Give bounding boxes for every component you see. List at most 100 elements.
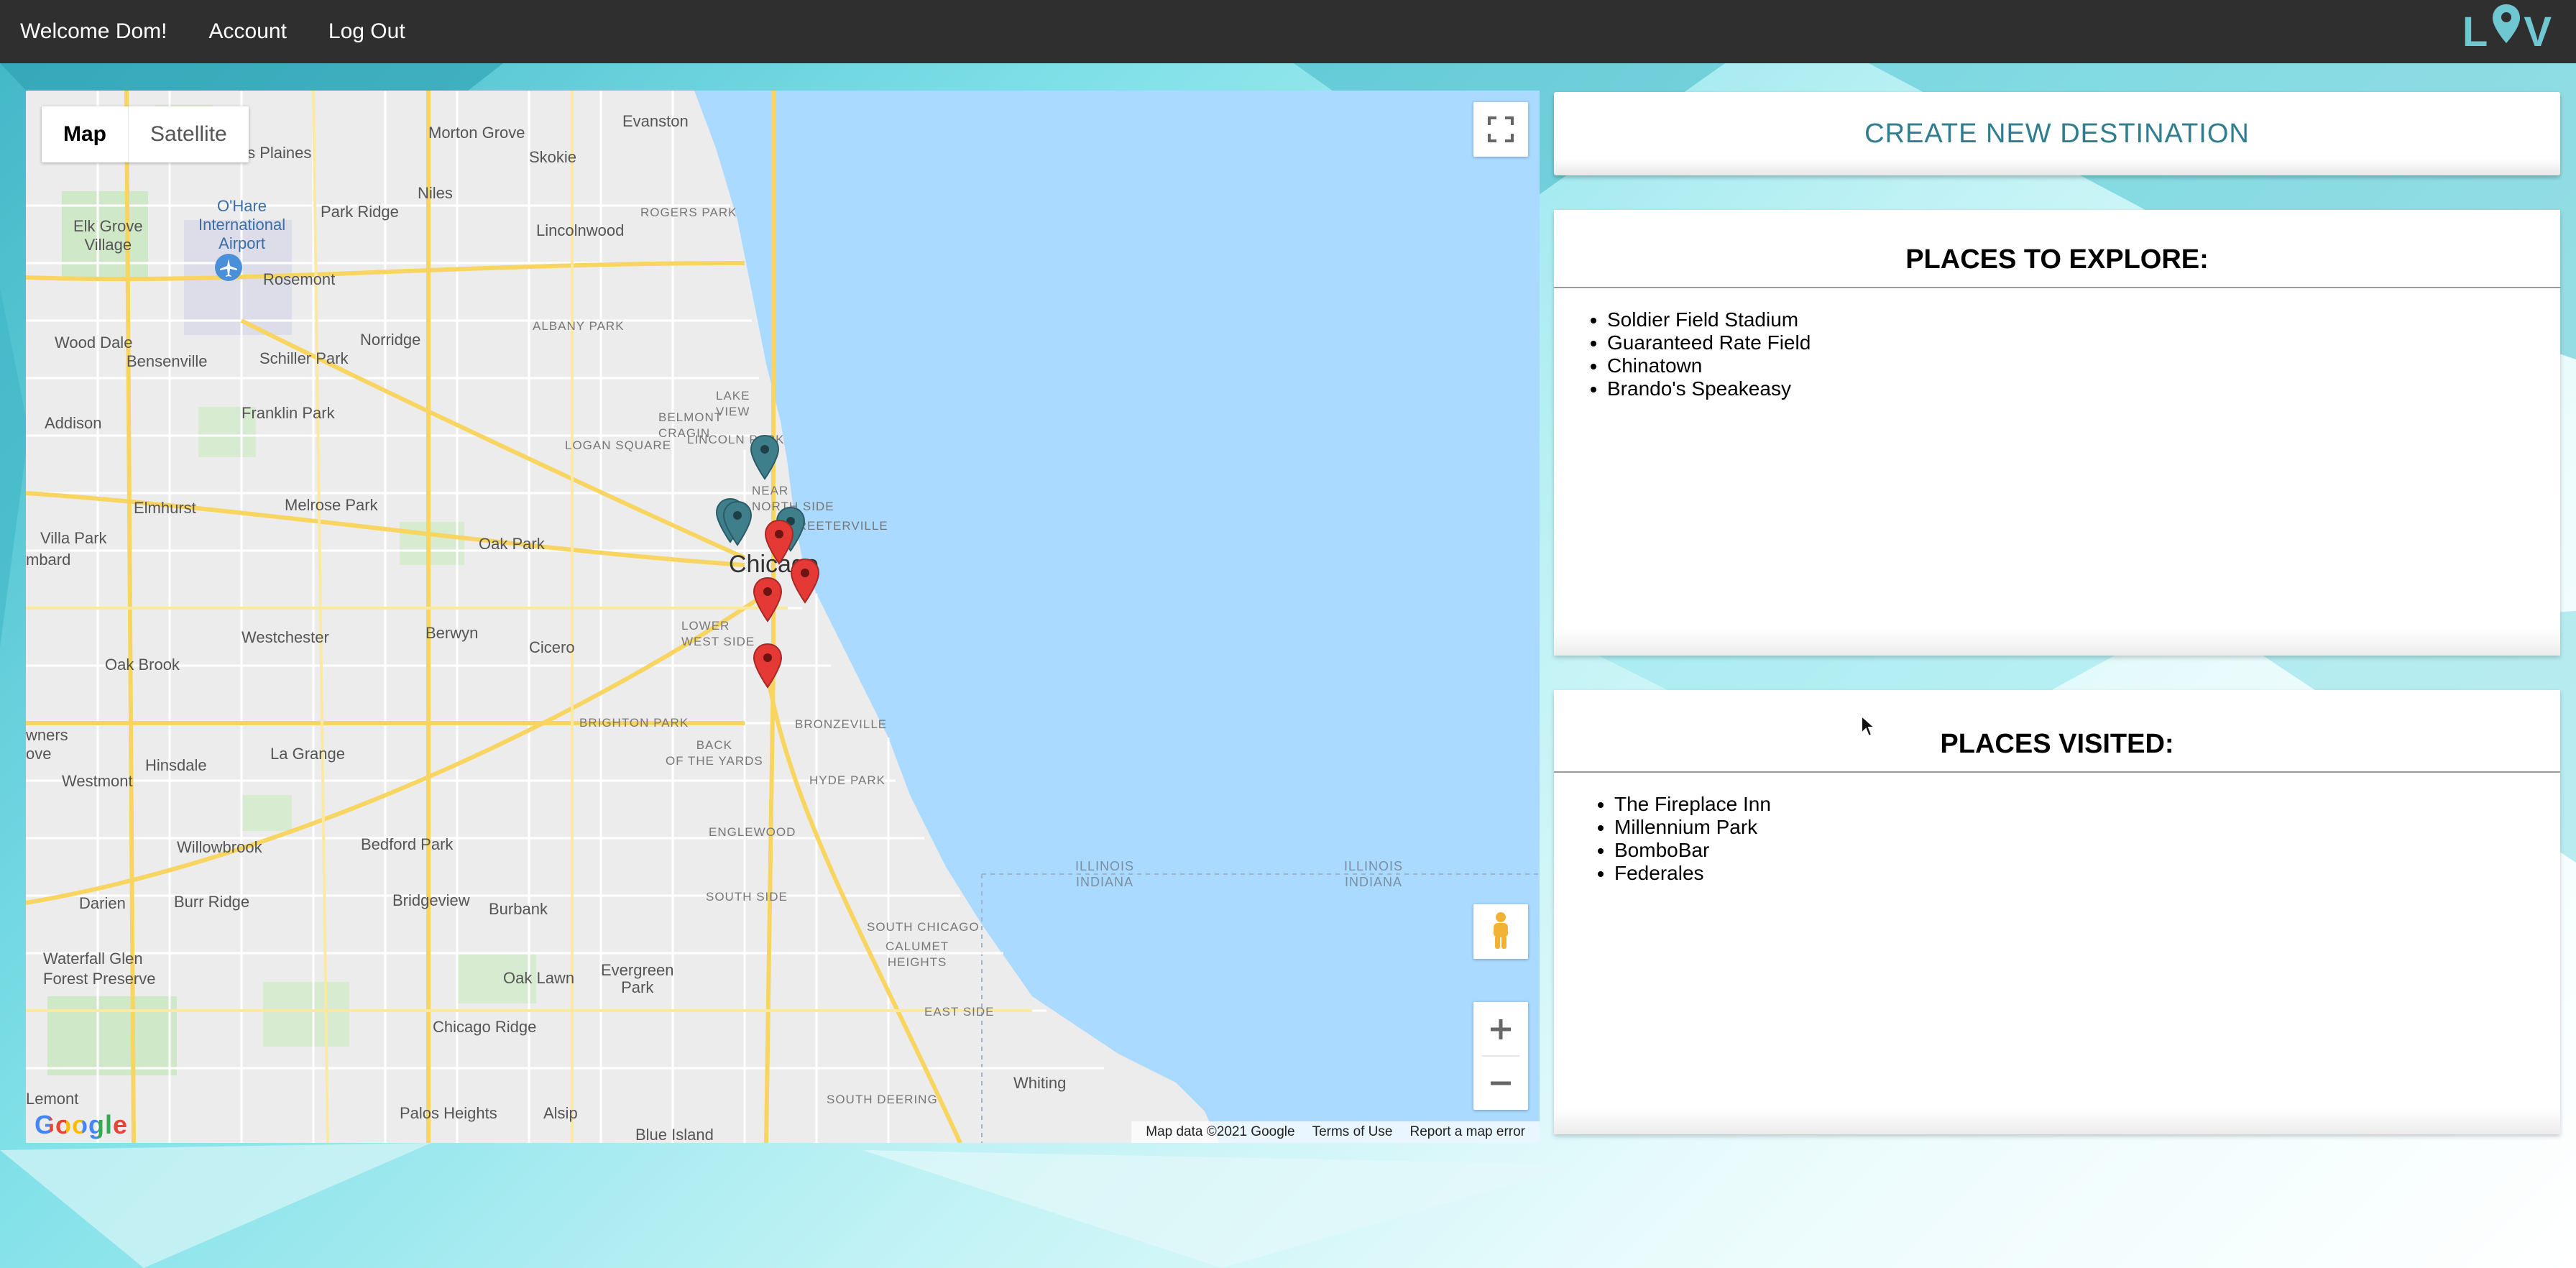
minus-icon bbox=[1491, 1081, 1511, 1085]
explore-list: Soldier Field Stadium Guaranteed Rate Fi… bbox=[1554, 308, 2560, 400]
account-link[interactable]: Account bbox=[209, 19, 287, 44]
map-label: BRONZEVILLE bbox=[795, 717, 888, 731]
pegman-icon bbox=[1494, 912, 1508, 949]
map-data-credit: Map data ©2021 Google bbox=[1146, 1124, 1295, 1139]
map-label: ILLINOIS INDIANA bbox=[1075, 859, 1135, 889]
map-label: ENGLEWOOD bbox=[709, 825, 796, 839]
logout-link[interactable]: Log Out bbox=[328, 19, 405, 44]
terms-of-use-link[interactable]: Terms of Use bbox=[1312, 1124, 1393, 1140]
list-item[interactable]: BomboBar bbox=[1614, 839, 2560, 862]
map-label: Burbank bbox=[489, 900, 548, 918]
fullscreen-button[interactable] bbox=[1473, 102, 1528, 157]
map-label: Whiting bbox=[1013, 1074, 1067, 1092]
map-label: ROGERS PARK bbox=[640, 206, 737, 219]
map-label: Bridgeview bbox=[392, 891, 470, 909]
list-item[interactable]: Federales bbox=[1614, 862, 2560, 885]
list-item[interactable]: Guaranteed Rate Field bbox=[1607, 331, 2560, 354]
map-label: Elk Grove Village bbox=[73, 217, 143, 254]
map-label: BACK OF THE YARDS bbox=[666, 738, 763, 768]
map-label: Niles bbox=[418, 184, 453, 202]
mouse-cursor-icon bbox=[1860, 714, 1877, 741]
map-type-control: Map Satellite bbox=[42, 106, 249, 162]
map-label: Park Ridge bbox=[321, 203, 399, 221]
map-view[interactable]: Evanston Des Plaines Morton Grove Skokie… bbox=[26, 91, 1540, 1143]
map-label: SOUTH DEERING bbox=[827, 1093, 938, 1106]
map-label: Norridge bbox=[360, 331, 421, 349]
logo-letter-l: L bbox=[2462, 8, 2490, 55]
map-type-map-button[interactable]: Map bbox=[42, 106, 128, 162]
map-label: Lincolnwood bbox=[536, 221, 625, 239]
google-logo: Google bbox=[34, 1110, 128, 1140]
map-label: mbard bbox=[26, 551, 71, 569]
map-label: SOUTH SIDE bbox=[706, 890, 788, 904]
places-to-explore-panel: PLACES TO EXPLORE: Soldier Field Stadium… bbox=[1554, 210, 2560, 656]
top-nav: Welcome Dom! Account Log Out L V bbox=[0, 0, 2576, 63]
list-item[interactable]: Soldier Field Stadium bbox=[1607, 308, 2560, 331]
create-destination-button[interactable]: CREATE NEW DESTINATION bbox=[1554, 92, 2560, 175]
map-label: CALUMET HEIGHTS bbox=[886, 939, 949, 969]
map-label: Cicero bbox=[529, 638, 575, 656]
map-label: Evanston bbox=[622, 112, 689, 130]
zoom-out-button[interactable] bbox=[1473, 1056, 1528, 1110]
map-label: Bensenville bbox=[126, 352, 208, 370]
welcome-link[interactable]: Welcome Dom! bbox=[20, 19, 167, 44]
map-label: ALBANY PARK bbox=[533, 319, 625, 333]
map-label: La Grange bbox=[270, 745, 345, 763]
explore-title: PLACES TO EXPLORE: bbox=[1554, 210, 2560, 288]
map-label: Villa Park bbox=[40, 529, 107, 547]
map-label: LOGAN SQUARE bbox=[565, 438, 672, 452]
app-logo[interactable]: L V bbox=[2462, 3, 2553, 60]
places-visited-panel: PLACES VISITED: The Fireplace Inn Millen… bbox=[1554, 690, 2560, 1134]
zoom-divider bbox=[1482, 1055, 1519, 1057]
map-label: Lemont bbox=[26, 1090, 79, 1108]
google-logo-text: Google bbox=[34, 1110, 128, 1139]
visited-marker[interactable] bbox=[789, 558, 821, 609]
map-label: Westchester bbox=[242, 628, 329, 646]
map-label: Burr Ridge bbox=[174, 893, 250, 911]
map-label: Oak Lawn bbox=[503, 969, 575, 987]
map-label: Palos Heights bbox=[400, 1104, 497, 1122]
map-label: ILLINOIS INDIANA bbox=[1344, 859, 1404, 889]
map-label: Darien bbox=[79, 894, 126, 912]
explore-marker[interactable] bbox=[722, 500, 753, 551]
visited-marker[interactable] bbox=[752, 643, 783, 694]
map-label: Hinsdale bbox=[145, 756, 207, 774]
map-label: LOWER WEST SIDE bbox=[681, 619, 755, 648]
map-attribution: Map data ©2021 Google Terms of Use Repor… bbox=[1131, 1121, 1540, 1143]
map-label: SOUTH CHICAGO bbox=[867, 920, 980, 934]
map-label: Westmont bbox=[62, 772, 133, 790]
map-label: Addison bbox=[45, 414, 102, 432]
list-item[interactable]: Chinatown bbox=[1607, 354, 2560, 377]
map-label: HYDE PARK bbox=[809, 773, 886, 787]
zoom-in-button[interactable] bbox=[1473, 1002, 1528, 1056]
map-type-satellite-button[interactable]: Satellite bbox=[128, 106, 249, 162]
map-label: Oak Brook bbox=[105, 656, 180, 674]
map-label: Evergreen Park bbox=[601, 961, 674, 996]
visited-marker[interactable] bbox=[752, 576, 783, 628]
plus-icon bbox=[1491, 1019, 1511, 1039]
report-map-error-link[interactable]: Report a map error bbox=[1409, 1124, 1525, 1140]
map-label: Alsip bbox=[543, 1104, 578, 1122]
list-item[interactable]: Millennium Park bbox=[1614, 816, 2560, 839]
map-label: Morton Grove bbox=[428, 124, 525, 142]
list-item[interactable]: Brando's Speakeasy bbox=[1607, 377, 2560, 400]
map-label: Skokie bbox=[529, 148, 577, 166]
map-label: Chicago Ridge bbox=[433, 1018, 537, 1036]
airport-icon bbox=[214, 253, 243, 285]
list-item[interactable]: The Fireplace Inn bbox=[1614, 793, 2560, 816]
visited-title: PLACES VISITED: bbox=[1554, 690, 2560, 773]
map-label: Berwyn bbox=[426, 624, 479, 642]
map-label: Oak Park bbox=[479, 535, 545, 553]
explore-marker[interactable] bbox=[749, 434, 781, 485]
map-label: O'Hare International Airport bbox=[198, 197, 286, 252]
map-label: Franklin Park bbox=[242, 404, 335, 422]
map-pin-icon bbox=[2490, 3, 2522, 60]
map-label: Schiller Park bbox=[259, 349, 349, 367]
map-label: wners ove bbox=[26, 726, 68, 763]
map-label: Wood Dale bbox=[55, 334, 133, 352]
map-label: EAST SIDE bbox=[924, 1005, 995, 1019]
map-label: Melrose Park bbox=[285, 496, 378, 514]
zoom-control bbox=[1473, 1002, 1528, 1110]
street-view-button[interactable] bbox=[1473, 904, 1528, 959]
map-label: Elmhurst bbox=[134, 499, 196, 517]
